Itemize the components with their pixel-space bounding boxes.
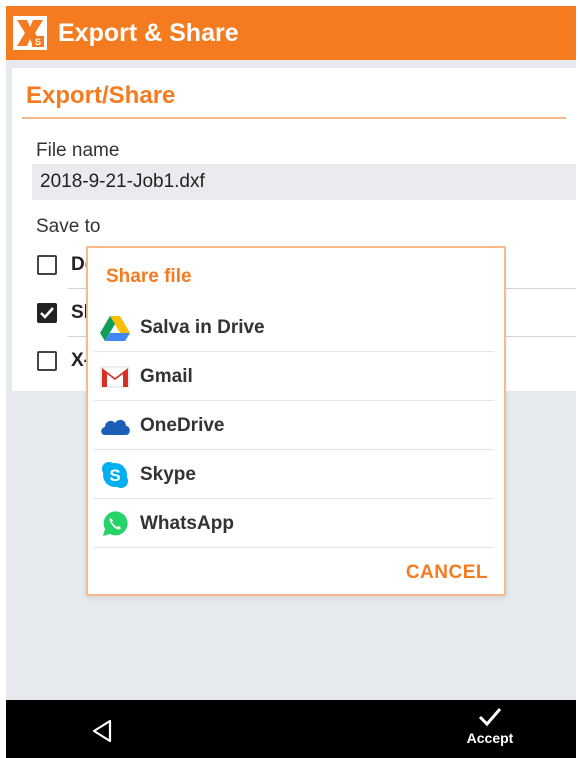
share-item-drive[interactable]: Salva in Drive — [94, 304, 494, 352]
gmail-icon — [98, 360, 132, 394]
file-name-input[interactable] — [32, 164, 576, 200]
checkmark-icon — [40, 307, 54, 319]
share-dialog: Share file Salva in Drive Gmail OneDrive… — [86, 246, 506, 596]
section-divider — [22, 117, 566, 119]
google-drive-icon — [98, 311, 132, 345]
share-item-label: WhatsApp — [140, 512, 234, 534]
skype-icon: S — [98, 458, 132, 492]
xpad-logo-icon: S — [12, 15, 48, 51]
bottom-bar: Accept — [6, 700, 576, 758]
share-item-whatsapp[interactable]: WhatsApp — [94, 500, 494, 548]
accept-button[interactable]: Accept — [452, 706, 528, 758]
checkbox-unchecked[interactable] — [37, 351, 57, 371]
dialog-title: Share file — [106, 266, 192, 287]
share-item-label: Gmail — [140, 365, 193, 387]
share-item-label: OneDrive — [140, 414, 225, 436]
file-name-label: File name — [36, 140, 120, 161]
app-title: Export & Share — [58, 18, 239, 47]
screen: S Export & Share Export/Share File name … — [6, 6, 576, 758]
share-item-skype[interactable]: S Skype — [94, 451, 494, 499]
back-triangle-icon — [92, 719, 112, 743]
back-button[interactable] — [88, 716, 118, 746]
checkmark-icon — [478, 708, 502, 727]
app-bar: S Export & Share — [6, 6, 576, 60]
share-item-gmail[interactable]: Gmail — [94, 353, 494, 401]
onedrive-icon — [98, 409, 132, 443]
section-title: Export/Share — [26, 82, 176, 109]
svg-text:S: S — [109, 466, 120, 485]
accept-label: Accept — [466, 730, 514, 746]
save-to-label: Save to — [36, 216, 101, 237]
checkbox-unchecked[interactable] — [37, 255, 57, 275]
svg-text:S: S — [35, 37, 41, 47]
share-item-label: Skype — [140, 463, 196, 485]
whatsapp-icon — [98, 507, 132, 541]
share-item-onedrive[interactable]: OneDrive — [94, 402, 494, 450]
checkbox-checked[interactable] — [37, 303, 57, 323]
cancel-button[interactable]: CANCEL — [406, 562, 488, 584]
share-item-label: Salva in Drive — [140, 316, 265, 338]
